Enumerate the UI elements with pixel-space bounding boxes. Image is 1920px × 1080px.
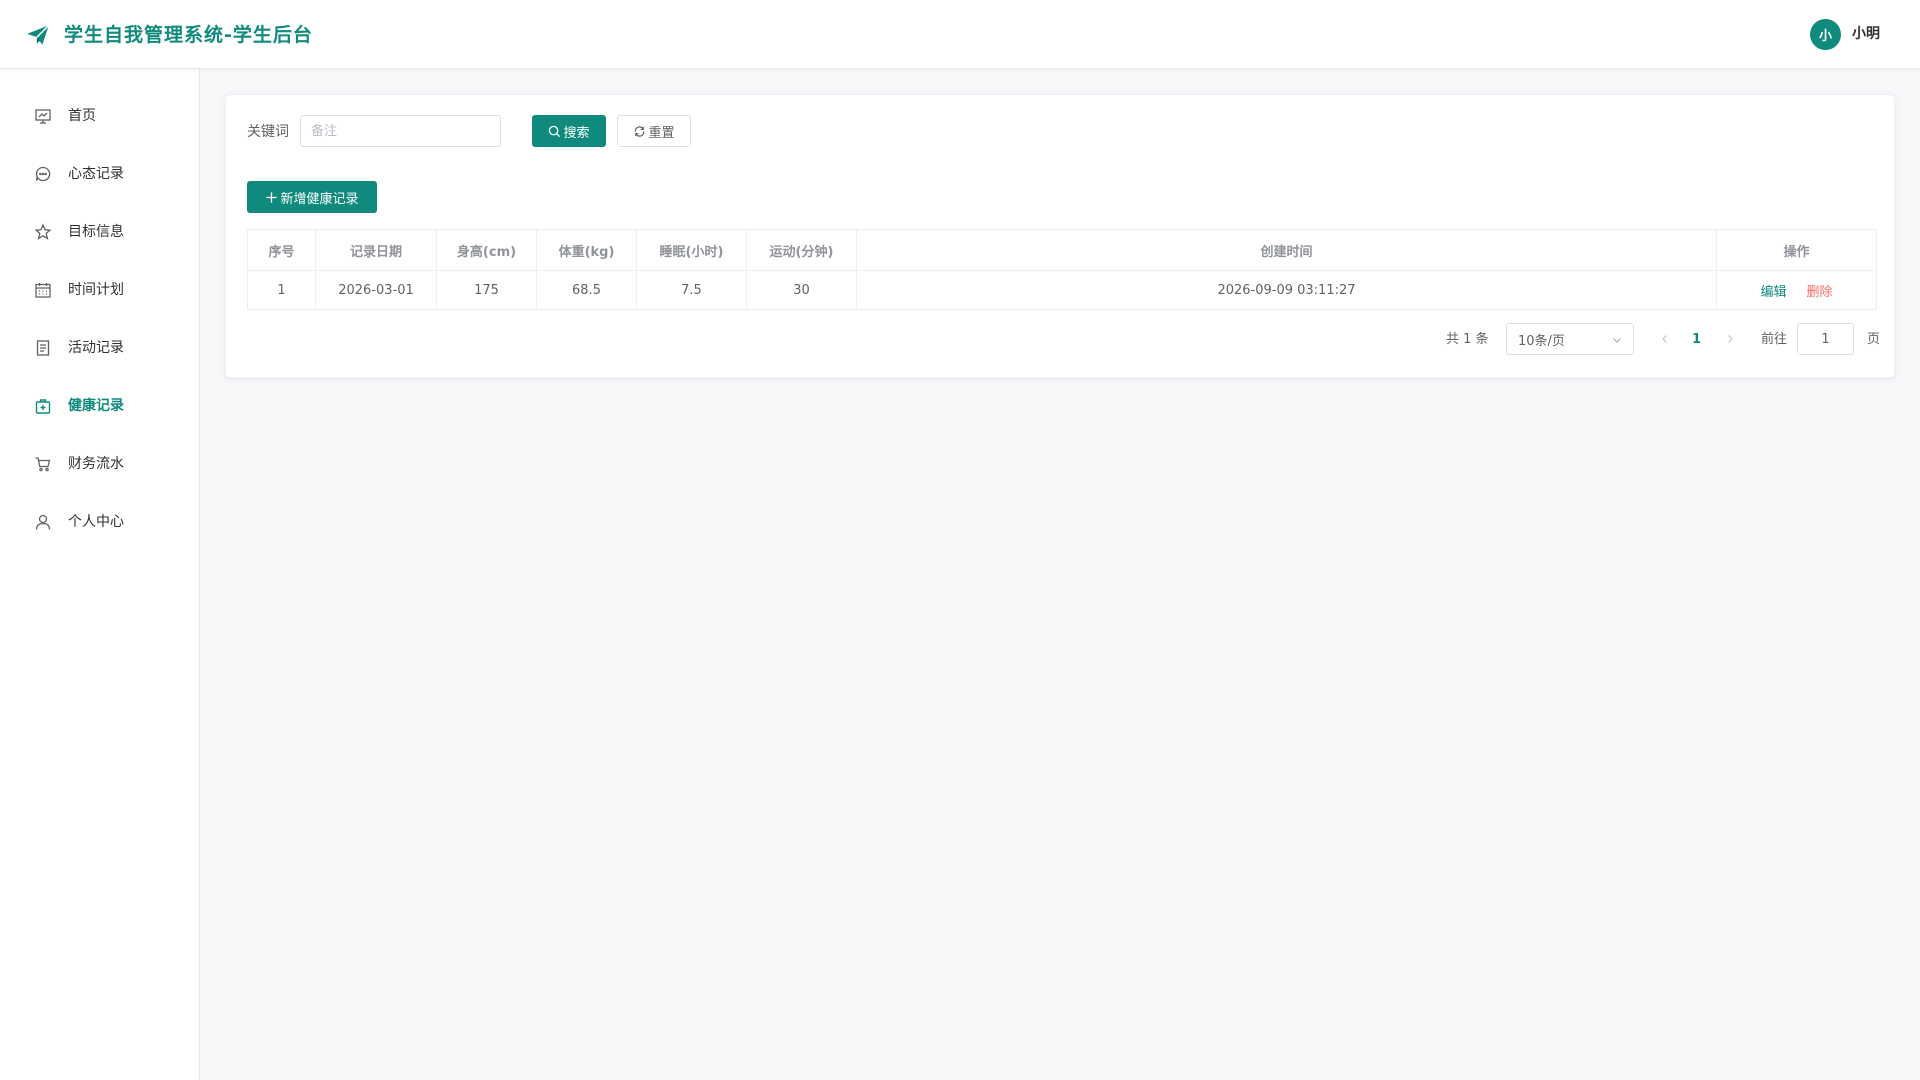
column-header[interactable]: 睡眠(小时) (637, 230, 747, 270)
user-name[interactable]: 小明 (1852, 24, 1880, 44)
search-button[interactable]: 搜索 (532, 115, 606, 147)
column-header[interactable]: 序号 (248, 230, 316, 270)
sidebar-item-schedule[interactable]: 时间计划 (0, 265, 199, 315)
refresh-icon (635, 125, 645, 137)
cell-sleep: 7.5 (637, 271, 747, 310)
plus-icon (266, 191, 278, 203)
sidebar-item-home[interactable]: 首页 (0, 91, 199, 141)
paper-plane-icon (27, 24, 50, 45)
column-header: 操作 (1783, 244, 1810, 260)
sidebar-item-goals[interactable]: 目标信息 (0, 207, 199, 257)
sidebar-item-health[interactable]: 健康记录 (0, 381, 199, 431)
delete-link[interactable]: 删除 (1807, 281, 1833, 300)
sidebar-item-label: 个人中心 (68, 514, 124, 530)
cell-actions: 编辑 删除 (1717, 271, 1876, 310)
sidebar-item-label: 首页 (68, 108, 96, 124)
edit-link[interactable]: 编辑 (1760, 281, 1786, 300)
sidebar-item-label: 健康记录 (68, 398, 124, 414)
search-icon (549, 125, 561, 137)
page-number-current[interactable]: 1 (1692, 331, 1701, 349)
user-icon (34, 513, 52, 531)
first-aid-kit-icon (34, 397, 52, 415)
page-size-value: 10条/页 (1518, 333, 1565, 349)
star-icon (34, 223, 52, 241)
health-records-table: 序号 记录日期 身高(cm) 体重(kg) 睡眠(小时) 运动(分钟) 创建时间… (247, 229, 1877, 310)
chevron-down-icon (1613, 338, 1621, 343)
sidebar-item-label: 时间计划 (68, 282, 124, 298)
content-card: 关键词 搜索 重置 新增健康记录 序号 记录日期 身高(cm) 体重(kg) 睡… (225, 94, 1895, 378)
column-header[interactable]: 身高(cm) (437, 230, 537, 270)
column-header[interactable]: 记录日期 (316, 230, 437, 270)
cell-created-at: 2026-09-09 03:11:27 (857, 271, 1717, 310)
chart-board-icon (34, 107, 52, 125)
sidebar: 首页 心态记录 目标信息 时间计划 活动记录 健康记录 财务流水 个人中心 (0, 69, 200, 1080)
sidebar-item-label: 活动记录 (68, 340, 124, 356)
column-header[interactable]: 运动(分钟) (747, 230, 857, 270)
cell-date: 2026-03-01 (316, 271, 437, 310)
reset-button[interactable]: 重置 (617, 115, 691, 147)
cell-index: 1 (248, 271, 316, 310)
app-title: 学生自我管理系统-学生后台 (64, 24, 313, 46)
column-header[interactable]: 创建时间 (857, 230, 1717, 270)
goto-page-input[interactable] (1797, 323, 1854, 355)
sidebar-item-finance[interactable]: 财务流水 (0, 439, 199, 489)
sidebar-item-label: 心态记录 (68, 166, 124, 182)
document-icon (34, 339, 52, 357)
sidebar-item-label: 财务流水 (68, 456, 124, 472)
chevron-right-icon[interactable] (1724, 331, 1736, 347)
top-header: 学生自我管理系统-学生后台 小 小明 (0, 0, 1920, 69)
cart-icon (34, 455, 52, 473)
chevron-left-icon[interactable] (1659, 331, 1671, 347)
sidebar-item-profile[interactable]: 个人中心 (0, 497, 199, 547)
column-header[interactable]: 体重(kg) (537, 230, 637, 270)
reset-button-label: 重置 (648, 125, 675, 141)
goto-label: 前往 (1761, 332, 1788, 347)
page-size-select[interactable]: 10条/页 (1506, 323, 1634, 355)
add-button-label: 新增健康记录 (280, 191, 359, 207)
sidebar-item-mood[interactable]: 心态记录 (0, 149, 199, 199)
page-suffix: 页 (1867, 332, 1881, 347)
sidebar-item-label: 目标信息 (68, 224, 124, 240)
table-row[interactable]: 1 2026-03-01 175 68.5 7.5 30 2026-09-09 … (248, 270, 1876, 310)
pagination-total: 共 1 条 (1446, 332, 1489, 347)
cell-weight: 68.5 (537, 271, 637, 310)
chat-bubble-icon (34, 165, 52, 183)
sidebar-item-activity[interactable]: 活动记录 (0, 323, 199, 373)
table-header-row: 序号 记录日期 身高(cm) 体重(kg) 睡眠(小时) 运动(分钟) 创建时间… (248, 230, 1876, 270)
cell-height: 175 (437, 271, 537, 310)
add-health-record-button[interactable]: 新增健康记录 (247, 181, 377, 213)
calendar-icon (34, 281, 52, 299)
keyword-input[interactable] (300, 115, 501, 147)
keyword-label: 关键词 (247, 124, 289, 140)
cell-exercise: 30 (747, 271, 857, 310)
avatar[interactable]: 小 (1810, 19, 1841, 50)
search-button-label: 搜索 (563, 125, 590, 141)
